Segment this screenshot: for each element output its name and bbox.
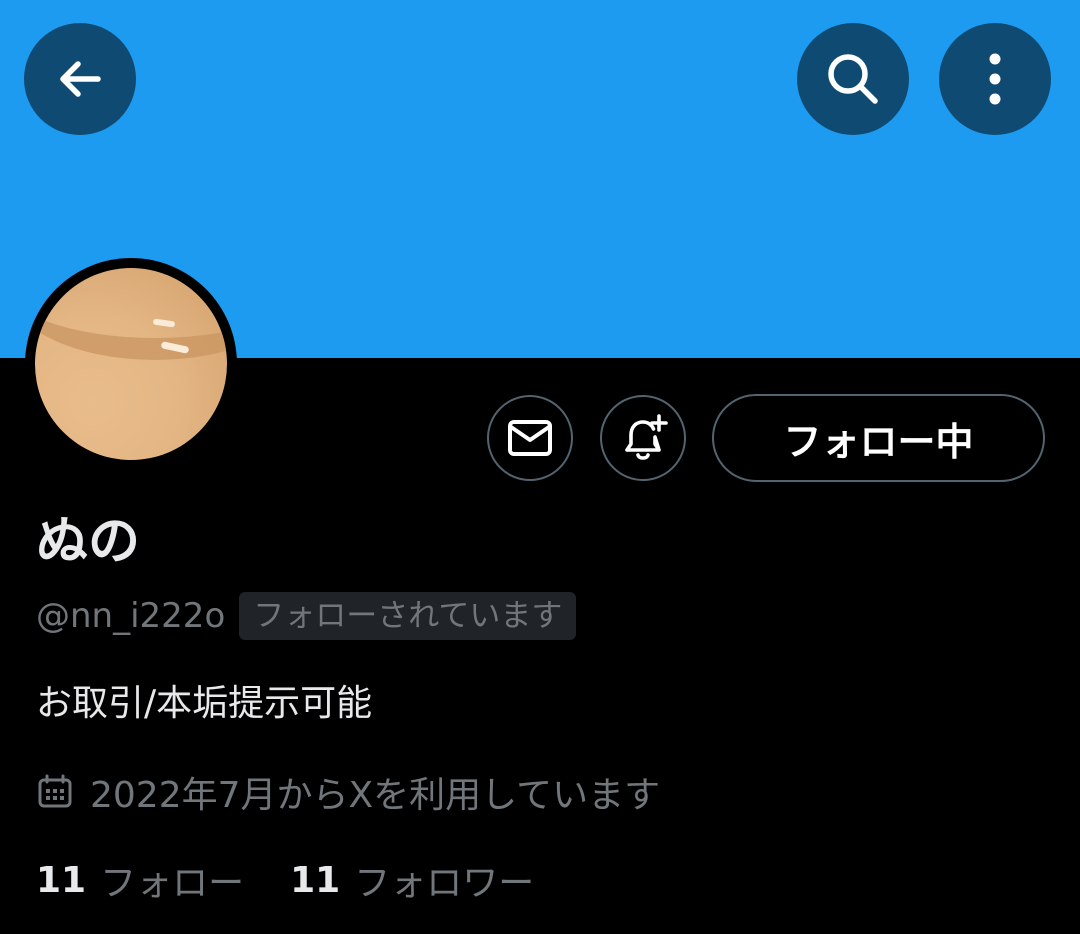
username-handle: @nn_i222o — [36, 596, 226, 636]
followers-count-link[interactable]: 11 フォロワー — [290, 854, 534, 906]
message-button[interactable] — [487, 395, 573, 481]
more-options-button[interactable] — [939, 23, 1051, 135]
calendar-icon — [38, 774, 72, 808]
notifications-button[interactable] — [600, 395, 686, 481]
joined-date-row: 2022年7月からXを利用しています — [36, 766, 660, 818]
avatar-image-rim — [35, 268, 227, 360]
arrow-left-icon — [60, 61, 101, 97]
bell-plus-icon — [625, 414, 668, 460]
follows-you-badge: フォローされています — [239, 592, 577, 640]
avatar-frame — [25, 258, 237, 470]
avatar[interactable] — [35, 268, 227, 460]
following-count: 11 — [36, 859, 87, 901]
mail-icon — [508, 420, 552, 456]
follow-stats: 11 フォロー 11 フォロワー — [36, 852, 534, 908]
following-button[interactable]: フォロー中 — [712, 394, 1045, 482]
handle-row: @nn_i222o フォローされています — [36, 590, 577, 642]
following-label: フォロー — [100, 863, 245, 904]
more-vertical-icon — [989, 53, 1001, 105]
search-button[interactable] — [797, 23, 909, 135]
followers-label: フォロワー — [354, 863, 535, 904]
profile-page: フォロー中 ぬの @nn_i222o フォローされています お取引/本垢提示可能… — [0, 0, 1080, 934]
following-button-label: フォロー中 — [783, 419, 974, 464]
search-icon — [828, 54, 878, 104]
followers-count: 11 — [290, 859, 341, 901]
display-name: ぬの — [36, 512, 141, 572]
joined-date: 2022年7月からXを利用しています — [90, 775, 661, 816]
following-count-link[interactable]: 11 フォロー — [36, 854, 244, 906]
profile-bio: お取引/本垢提示可能 — [36, 683, 373, 724]
back-button[interactable] — [24, 23, 136, 135]
